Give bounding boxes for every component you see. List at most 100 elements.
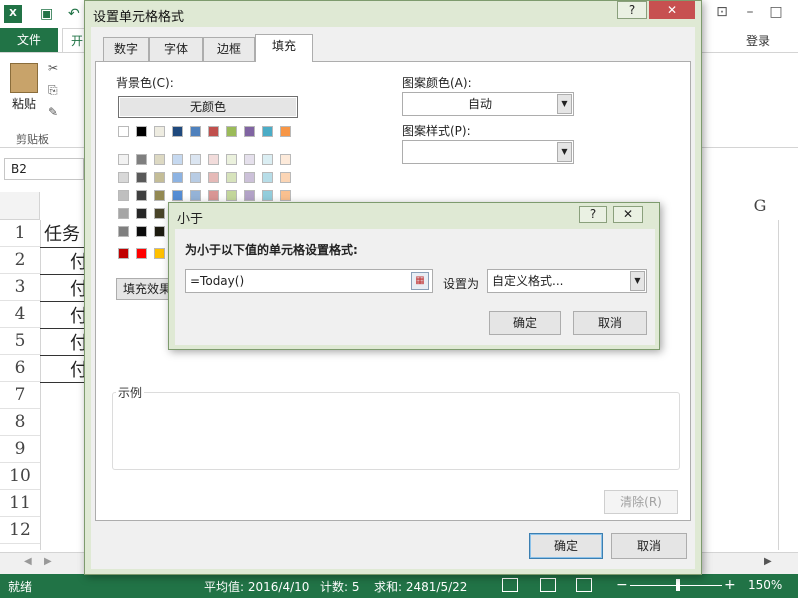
cancel-button[interactable]: 取消	[611, 533, 687, 559]
chevron-down-icon[interactable]: ▼	[630, 271, 645, 291]
color-swatch[interactable]	[208, 126, 219, 137]
zoom-out-icon[interactable]: −	[616, 577, 628, 593]
color-swatch[interactable]	[136, 190, 147, 201]
color-swatch[interactable]	[190, 190, 201, 201]
color-swatch[interactable]	[118, 226, 129, 237]
tab-fill[interactable]: 填充	[255, 34, 313, 62]
color-swatch[interactable]	[172, 190, 183, 201]
undo-icon[interactable]: ↶	[68, 6, 80, 22]
minimize-icon[interactable]: –	[740, 4, 760, 20]
color-swatch[interactable]	[136, 226, 147, 237]
row-header[interactable]: 11	[0, 490, 40, 517]
color-swatch[interactable]	[244, 126, 255, 137]
color-swatch[interactable]	[154, 190, 165, 201]
format-painter-icon[interactable]: ✎	[48, 105, 58, 119]
normal-view-icon[interactable]	[502, 578, 518, 592]
scroll-left-icon[interactable]: ◀	[24, 556, 32, 567]
format-select[interactable]: 自定义格式... ▼	[487, 269, 647, 293]
zoom-slider-thumb[interactable]	[676, 579, 680, 591]
row-header[interactable]: 2	[0, 247, 40, 274]
collapse-dialog-icon[interactable]: ▦	[411, 272, 429, 290]
color-swatch[interactable]	[154, 248, 165, 259]
color-swatch[interactable]	[208, 154, 219, 165]
color-swatch[interactable]	[172, 172, 183, 183]
page-break-view-icon[interactable]	[576, 578, 592, 592]
color-swatch[interactable]	[208, 190, 219, 201]
color-swatch[interactable]	[118, 190, 129, 201]
color-swatch[interactable]	[118, 172, 129, 183]
color-swatch[interactable]	[118, 126, 129, 137]
name-box[interactable]: B2	[4, 158, 84, 180]
cut-icon[interactable]: ✂	[48, 61, 58, 75]
clear-button[interactable]: 清除(R)	[604, 490, 678, 514]
color-swatch[interactable]	[262, 154, 273, 165]
close-button[interactable]: ✕	[613, 206, 643, 223]
tab-border[interactable]: 边框	[203, 37, 255, 61]
copy-icon[interactable]: ⎘	[48, 83, 58, 98]
row-header[interactable]: 10	[0, 463, 40, 490]
login-link[interactable]: 登录	[746, 32, 770, 49]
row-header[interactable]: 7	[0, 382, 40, 409]
row-header[interactable]: 4	[0, 301, 40, 328]
ribbon-options-icon[interactable]: ⊡	[712, 4, 732, 20]
color-swatch[interactable]	[118, 154, 129, 165]
color-swatch[interactable]	[118, 248, 129, 259]
color-swatch[interactable]	[280, 190, 291, 201]
page-layout-view-icon[interactable]	[540, 578, 556, 592]
pattern-color-select[interactable]: 自动 ▼	[402, 92, 574, 116]
color-swatch[interactable]	[262, 172, 273, 183]
color-swatch[interactable]	[154, 172, 165, 183]
color-swatch[interactable]	[154, 154, 165, 165]
row-header[interactable]: 5	[0, 328, 40, 355]
color-swatch[interactable]	[172, 126, 183, 137]
chevron-down-icon[interactable]: ▼	[557, 94, 572, 114]
row-header[interactable]: 1	[0, 220, 40, 247]
color-swatch[interactable]	[172, 154, 183, 165]
color-swatch[interactable]	[154, 208, 165, 219]
color-swatch[interactable]	[136, 172, 147, 183]
color-swatch[interactable]	[208, 172, 219, 183]
color-swatch[interactable]	[280, 154, 291, 165]
color-swatch[interactable]	[190, 172, 201, 183]
row-header[interactable]: 3	[0, 274, 40, 301]
cancel-button[interactable]: 取消	[573, 311, 647, 335]
help-button[interactable]: ?	[617, 1, 647, 19]
scroll-right-icon[interactable]: ▶	[44, 556, 52, 567]
color-swatch[interactable]	[262, 126, 273, 137]
color-swatch[interactable]	[226, 126, 237, 137]
paste-button-label[interactable]: 粘贴	[12, 95, 36, 112]
row-header[interactable]: 9	[0, 436, 40, 463]
close-button[interactable]: ✕	[649, 1, 695, 19]
color-swatch[interactable]	[244, 190, 255, 201]
save-icon[interactable]: ▣	[40, 6, 53, 22]
color-swatch[interactable]	[262, 190, 273, 201]
color-swatch[interactable]	[280, 172, 291, 183]
value-input[interactable]: =Today()	[185, 269, 433, 293]
color-swatch[interactable]	[226, 190, 237, 201]
color-swatch[interactable]	[226, 172, 237, 183]
zoom-level[interactable]: 150%	[748, 578, 782, 592]
paste-icon[interactable]	[10, 63, 38, 93]
tab-file[interactable]: 文件	[0, 28, 58, 52]
color-swatch[interactable]	[280, 126, 291, 137]
tab-number[interactable]: 数字	[103, 37, 149, 61]
cell-a1[interactable]: 任务	[44, 220, 80, 246]
row-header[interactable]: 12	[0, 517, 40, 544]
column-header-g[interactable]: G	[740, 192, 780, 220]
hscroll-right-icon[interactable]: ▶	[764, 556, 772, 567]
color-swatch[interactable]	[136, 208, 147, 219]
color-swatch[interactable]	[190, 126, 201, 137]
select-all-corner[interactable]	[0, 192, 40, 220]
color-swatch[interactable]	[154, 126, 165, 137]
row-header[interactable]: 8	[0, 409, 40, 436]
color-swatch[interactable]	[244, 172, 255, 183]
maximize-icon[interactable]: □	[766, 4, 786, 20]
chevron-down-icon[interactable]: ▼	[557, 142, 572, 162]
tab-font[interactable]: 字体	[149, 37, 203, 61]
color-swatch[interactable]	[226, 154, 237, 165]
ok-button[interactable]: 确定	[529, 533, 603, 559]
ok-button[interactable]: 确定	[489, 311, 561, 335]
color-swatch[interactable]	[244, 154, 255, 165]
help-button[interactable]: ?	[579, 206, 607, 223]
row-header[interactable]: 6	[0, 355, 40, 382]
